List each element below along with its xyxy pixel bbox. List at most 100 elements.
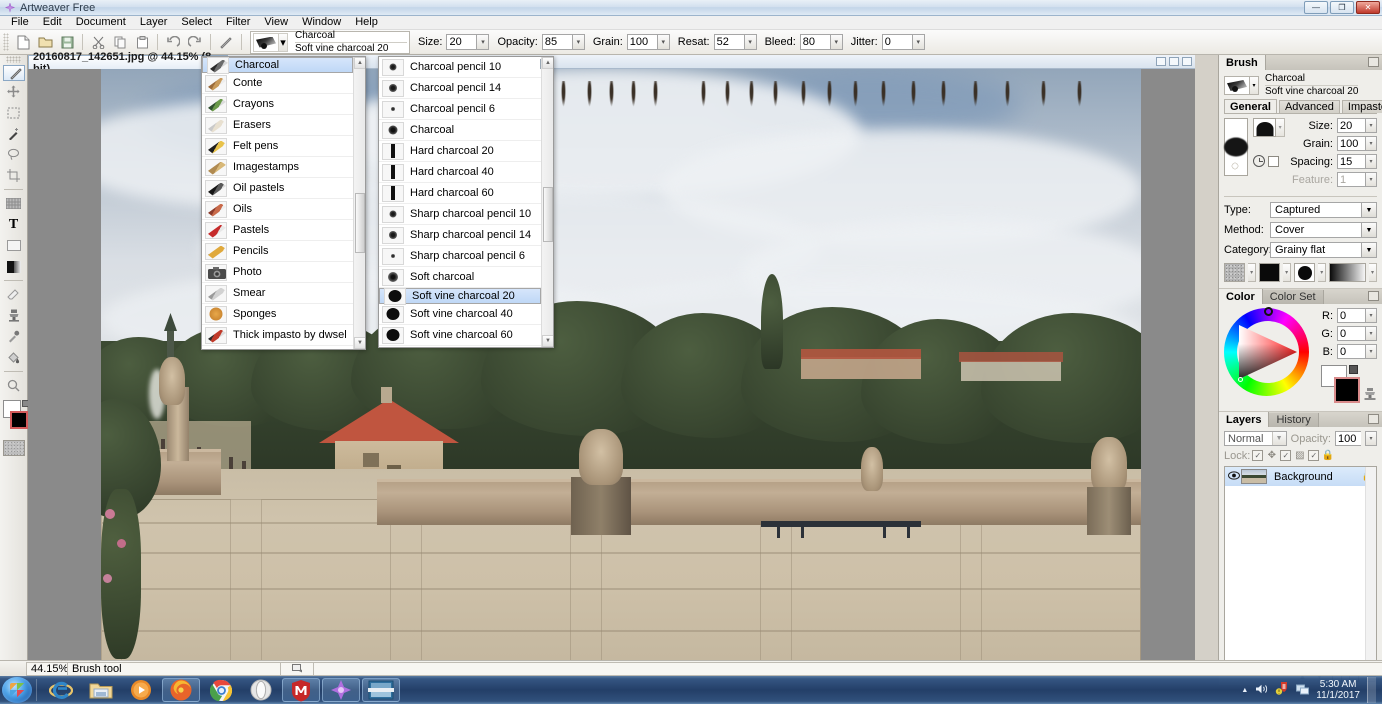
status-options-icon[interactable] (280, 661, 314, 676)
color-marker[interactable] (1238, 377, 1243, 382)
variant-item-sharp-charcoal-pencil-14[interactable]: Sharp charcoal pencil 14 (379, 225, 541, 246)
brush-size-input[interactable] (1337, 118, 1365, 133)
brush-grain-spinner[interactable]: ▾ (1365, 136, 1377, 151)
tools-palette-grip[interactable] (6, 56, 21, 63)
chevron-down-icon[interactable]: ▼ (1361, 203, 1376, 217)
brush-spacing-input[interactable] (1337, 154, 1365, 169)
menu-help[interactable]: Help (348, 16, 385, 29)
fill-shape-tool[interactable] (3, 256, 25, 277)
chevron-down-icon[interactable]: ▼ (1361, 223, 1376, 237)
variant-item-hard-charcoal-40[interactable]: Hard charcoal 40 (379, 162, 541, 183)
brush-variant-dropdown[interactable]: Charcoal pencil 10 Charcoal pencil 14 Ch… (378, 56, 554, 348)
blend-mode-select[interactable]: Normal ▼ (1224, 431, 1287, 446)
undo-button[interactable] (163, 32, 183, 52)
category-item-imagestamps[interactable]: Imagestamps (202, 157, 353, 178)
start-button[interactable] (2, 677, 32, 703)
lock-transparency-checkbox[interactable]: ✓ (1252, 450, 1264, 461)
brush-type-select[interactable]: Captured ▼ (1270, 202, 1377, 218)
firefox-icon[interactable] (162, 678, 200, 702)
resat-input[interactable] (713, 34, 744, 50)
image-viewer-icon[interactable] (362, 678, 400, 702)
blue-spinner[interactable]: ▾ (1365, 344, 1377, 359)
brush-tip-texture-swatch[interactable] (1294, 263, 1316, 282)
variant-item-soft-vine-charcoal-60[interactable]: Soft vine charcoal 60 (379, 325, 541, 346)
bleed-spinner[interactable]: ▾ (829, 34, 843, 50)
toolbar-grip[interactable] (3, 33, 9, 51)
brush-size-spinner[interactable]: ▾ (1365, 118, 1377, 133)
layer-list[interactable]: Background 🔒 (1224, 466, 1377, 661)
grain-input[interactable] (626, 34, 657, 50)
layer-visibility-icon[interactable] (1228, 470, 1241, 483)
jitter-input[interactable] (881, 34, 912, 50)
clone-color-icon[interactable] (1363, 387, 1377, 401)
scrollbar-thumb[interactable] (543, 187, 553, 242)
zoom-status[interactable]: 44.15% (26, 661, 68, 676)
menu-document[interactable]: Document (69, 16, 133, 29)
rectangular-marquee-tool[interactable] (3, 102, 25, 123)
variant-item-hard-charcoal-60[interactable]: Hard charcoal 60 (379, 183, 541, 204)
lasso-tool[interactable] (3, 144, 25, 165)
variant-item-charcoal-pencil-10[interactable]: Charcoal pencil 10 (379, 57, 541, 78)
subtab-impasto[interactable]: Impasto (1341, 100, 1382, 113)
crop-tool[interactable] (3, 165, 25, 186)
red-spinner[interactable]: ▾ (1365, 308, 1377, 323)
category-item-felt-pens[interactable]: Felt pens (202, 136, 353, 157)
brush-category-dropdown[interactable]: Charcoal Conte Crayons Erasers Felt pens… (201, 56, 366, 350)
gradient-tool[interactable] (3, 193, 25, 214)
move-tool[interactable] (3, 81, 25, 102)
tab-color[interactable]: Color (1219, 289, 1263, 304)
category-item-oils[interactable]: Oils (202, 199, 353, 220)
brush-category-select[interactable]: Grainy flat ▼ (1270, 242, 1377, 258)
brush-variant-list[interactable]: Charcoal pencil 10 Charcoal pencil 14 Ch… (379, 57, 541, 347)
gradient-texture-arrow[interactable]: ▾ (1369, 263, 1377, 282)
brush-grain-input[interactable] (1337, 136, 1365, 151)
blue-input[interactable] (1337, 344, 1365, 359)
layer-item-background[interactable]: Background 🔒 (1225, 467, 1376, 486)
paint-bucket-tool[interactable] (3, 347, 25, 368)
variant-item-charcoal-pencil-14[interactable]: Charcoal pencil 14 (379, 78, 541, 99)
artweaver-icon[interactable] (322, 678, 360, 702)
category-item-sponges[interactable]: Sponges (202, 304, 353, 325)
windows-media-player-icon[interactable] (122, 678, 160, 702)
eraser-tool[interactable] (3, 284, 25, 305)
brush-dropdown-arrow[interactable]: ▾ (1250, 76, 1259, 95)
brush-category-list[interactable]: Charcoal Conte Crayons Erasers Felt pens… (202, 57, 353, 349)
show-desktop-button[interactable] (1367, 677, 1376, 703)
shape-tool[interactable] (3, 235, 25, 256)
brush-panel-menu-icon[interactable] (1368, 57, 1379, 67)
doc-close-icon[interactable] (1182, 57, 1192, 66)
mcafee-icon[interactable] (282, 678, 320, 702)
paper-texture-arrow[interactable]: ▾ (1248, 263, 1257, 282)
scroll-up-icon[interactable]: ▲ (354, 57, 365, 69)
variant-item-charcoal-pencil-6[interactable]: Charcoal pencil 6 (379, 99, 541, 120)
opera-icon[interactable] (242, 678, 280, 702)
maximize-button[interactable]: ❐ (1330, 1, 1354, 14)
gradient-texture-swatch[interactable] (1329, 263, 1367, 282)
menu-filter[interactable]: Filter (219, 16, 257, 29)
brush-profile-arrow[interactable]: ▾ (1276, 118, 1286, 137)
brush-spacing-spinner[interactable]: ▾ (1365, 154, 1377, 169)
antivirus-alert-icon[interactable] (1275, 682, 1289, 698)
variant-item-sharp-charcoal-pencil-6[interactable]: Sharp charcoal pencil 6 (379, 246, 541, 267)
taskbar-clock[interactable]: 5:30 AM 11/1/2017 (1316, 679, 1360, 701)
menu-file[interactable]: File (4, 16, 36, 29)
open-document-button[interactable] (35, 32, 55, 52)
redo-button[interactable] (185, 32, 205, 52)
category-item-oil-pastels[interactable]: Oil pastels (202, 178, 353, 199)
menu-edit[interactable]: Edit (36, 16, 69, 29)
chevron-down-icon[interactable]: ▼ (1271, 432, 1286, 445)
volume-icon[interactable] (1255, 683, 1268, 698)
document-tab[interactable]: 20160817_142651.jpg @ 44.15% (8-bit) ✕ (28, 51, 228, 75)
category-item-photo[interactable]: Photo (202, 262, 353, 283)
variant-item-hard-charcoal-20[interactable]: Hard charcoal 20 (379, 141, 541, 162)
minimize-button[interactable]: — (1304, 1, 1328, 14)
tab-color-set[interactable]: Color Set (1262, 290, 1324, 304)
menu-layer[interactable]: Layer (133, 16, 175, 29)
file-explorer-icon[interactable] (82, 678, 120, 702)
brush-profile-swatch[interactable] (1253, 118, 1277, 137)
jitter-spinner[interactable]: ▾ (911, 34, 925, 50)
variant-item-soft-vine-charcoal-20[interactable]: Soft vine charcoal 20 (379, 287, 541, 305)
variant-item-soft-vine-charcoal-40[interactable]: Soft vine charcoal 40 (379, 304, 541, 325)
subtab-general[interactable]: General (1224, 99, 1277, 113)
variant-item-sharp-charcoal-pencil-10[interactable]: Sharp charcoal pencil 10 (379, 204, 541, 225)
